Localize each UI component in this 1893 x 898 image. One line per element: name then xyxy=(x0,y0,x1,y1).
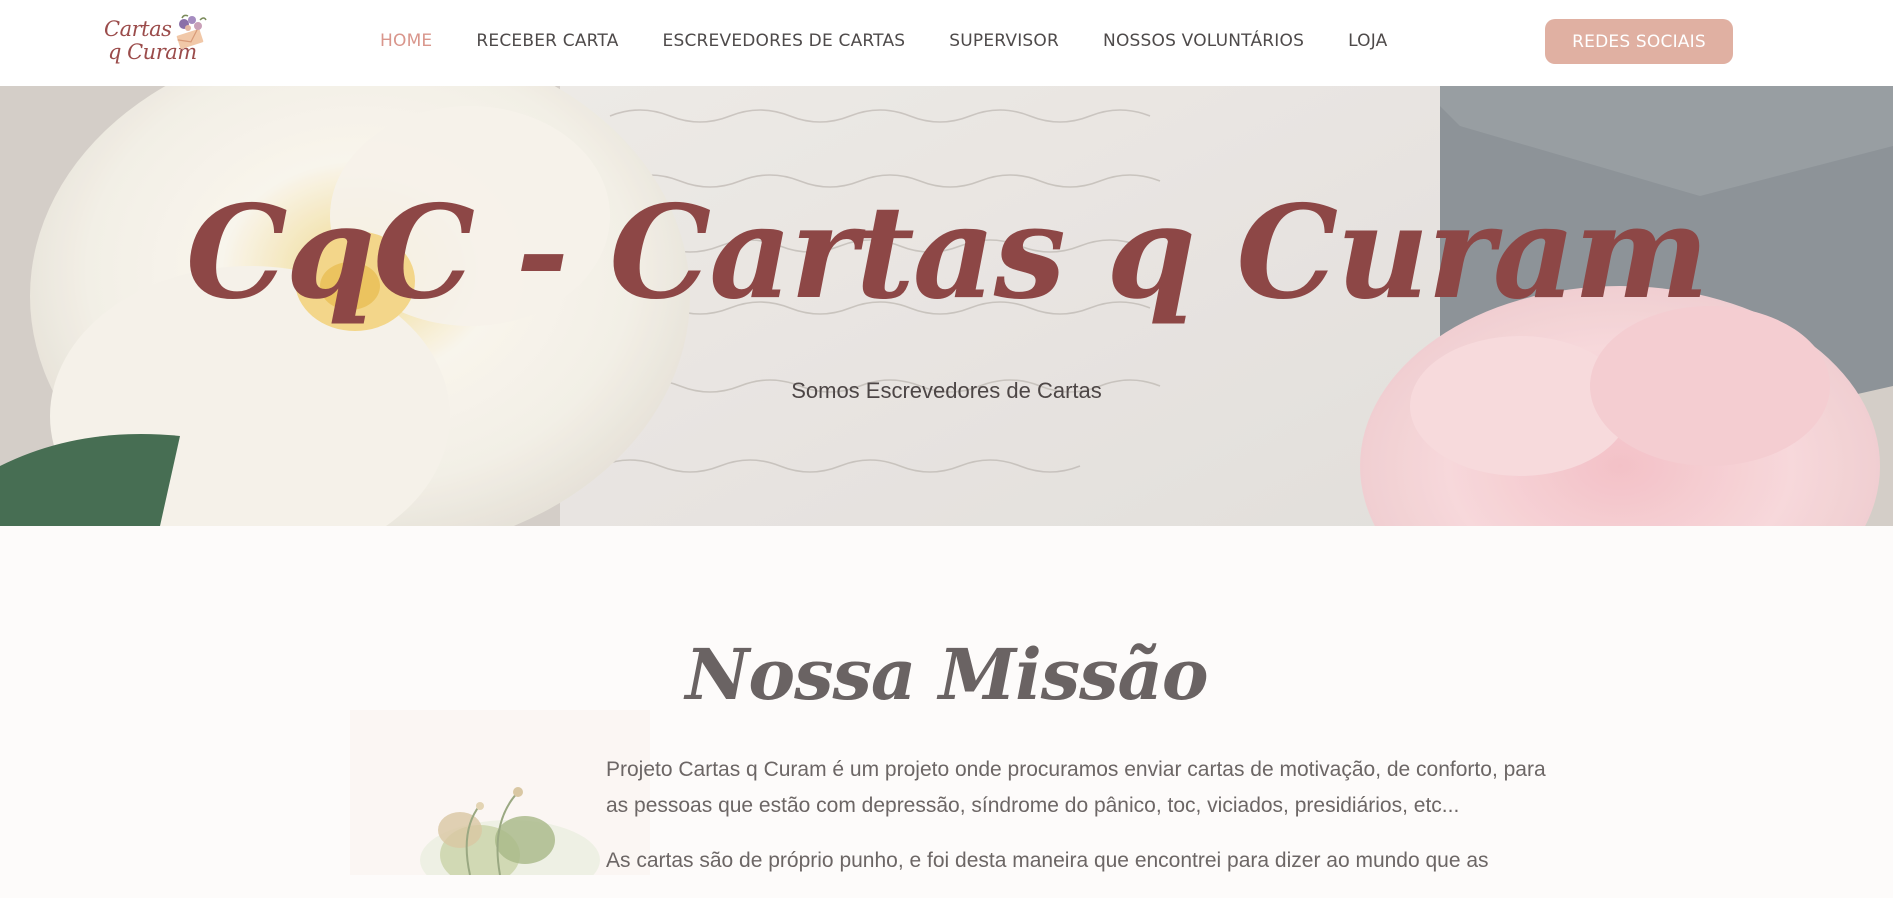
mission-paragraph: Projeto Cartas q Curam é um projeto onde… xyxy=(606,758,1546,817)
nav-home[interactable]: HOME xyxy=(380,31,432,51)
nav-nossos-voluntarios[interactable]: NOSSOS VOLUNTÁRIOS xyxy=(1103,31,1304,51)
nav-escrevedores-de-cartas[interactable]: ESCREVEDORES DE CARTAS xyxy=(663,31,906,51)
main-nav: HOME RECEBER CARTA ESCREVEDORES DE CARTA… xyxy=(380,0,1431,82)
mission-paragraph: As cartas são de próprio punho, e foi de… xyxy=(606,849,1489,872)
mission-title: Nossa Missão xyxy=(685,633,1208,716)
floral-decoration-icon xyxy=(350,710,650,875)
nav-loja[interactable]: LOJA xyxy=(1348,31,1387,51)
nav-supervisor[interactable]: SUPERVISOR xyxy=(949,31,1059,51)
nav-receber-carta[interactable]: RECEBER CARTA xyxy=(476,31,618,51)
mission-text: Projeto Cartas q Curam é um projeto onde… xyxy=(606,752,1566,898)
logo-flowers-icon xyxy=(176,14,207,50)
site-header: Cartas q Curam HOME RECEBER CARTA ESCREV… xyxy=(0,0,1893,87)
redes-sociais-button[interactable]: REDES SOCIAIS xyxy=(1545,19,1733,64)
hero-subtitle: Somos Escrevedores de Cartas xyxy=(791,378,1102,403)
site-logo[interactable]: Cartas q Curam xyxy=(104,12,208,74)
hero-banner: CqC - Cartas q Curam Somos Escrevedores … xyxy=(0,86,1893,526)
hero-title: CqC - Cartas q Curam xyxy=(185,178,1709,328)
